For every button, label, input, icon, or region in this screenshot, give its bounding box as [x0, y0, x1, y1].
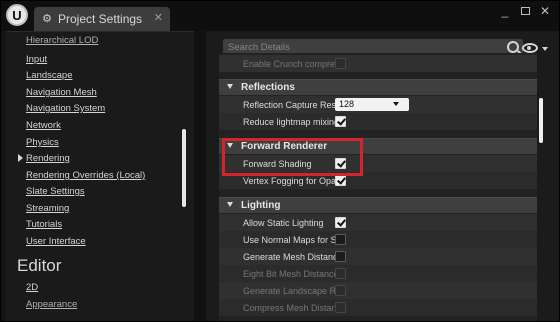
nav-item-input[interactable]: Input: [26, 53, 47, 67]
setting-row: Compress Mesh Distance: [219, 299, 537, 316]
left-scrollbar[interactable]: [182, 129, 186, 207]
gear-icon: ⚙: [42, 13, 52, 25]
category-lighting[interactable]: Lighting: [219, 197, 537, 213]
setting-checkbox[interactable]: [335, 285, 346, 296]
setting-checkbox[interactable]: [335, 116, 346, 127]
nav-item-navigation-system[interactable]: Navigation System: [26, 102, 105, 116]
setting-checkbox[interactable]: [335, 217, 346, 228]
setting-row: Reflection Capture Resolu 128: [219, 96, 537, 113]
setting-label: Vertex Fogging for Opaque: [243, 176, 335, 186]
setting-label: Reflection Capture Resolu: [243, 100, 335, 110]
setting-checkbox[interactable]: [335, 251, 346, 262]
chevron-down-icon: [227, 84, 233, 89]
tab-title: Project Settings: [58, 12, 143, 26]
setting-row: Use Normal Maps for Stat: [219, 231, 537, 248]
settings-navigation: Hierarchical LOD Input Landscape Navigat…: [6, 31, 194, 321]
nav-item-slate-settings[interactable]: Slate Settings: [26, 185, 85, 199]
search-icon[interactable]: [507, 41, 519, 53]
setting-label: Enable Crunch compressi: [243, 59, 335, 69]
setting-label: Use Normal Maps for Stat: [243, 235, 335, 245]
details-list: Enable Crunch compressi Reflections Refl…: [219, 53, 537, 321]
minimize-icon[interactable]: _: [498, 4, 512, 18]
panel-divider[interactable]: [194, 31, 206, 321]
setting-row: Generate Mesh Distance F: [219, 248, 537, 265]
right-scrollbar[interactable]: [539, 98, 543, 143]
nav-item-navigation-mesh[interactable]: Navigation Mesh: [26, 86, 97, 100]
nav-item-landscape[interactable]: Landscape: [26, 69, 72, 83]
tab-project-settings[interactable]: ⚙ Project Settings ✕: [34, 7, 170, 31]
setting-checkbox[interactable]: [335, 234, 346, 245]
nav-item-appearance[interactable]: Appearance: [26, 298, 77, 312]
chevron-down-icon[interactable]: [393, 102, 399, 106]
maximize-icon[interactable]: [518, 4, 532, 18]
eye-icon[interactable]: [522, 43, 538, 53]
nav-item-network[interactable]: Network: [26, 119, 61, 133]
nav-item-rendering[interactable]: Rendering: [26, 152, 70, 166]
setting-label: Eight Bit Mesh Distance F: [243, 269, 335, 279]
category-label: Reflections: [241, 82, 295, 93]
unreal-logo-icon: U: [6, 4, 28, 26]
selected-arrow-icon: [18, 154, 23, 162]
setting-checkbox[interactable]: [335, 175, 346, 186]
setting-label: Compress Mesh Distance: [243, 303, 335, 313]
setting-label: Reduce lightmap mixing o: [243, 117, 335, 127]
details-panel: Search Details Enable Crunch compressi R…: [206, 31, 559, 321]
tab-close-icon[interactable]: ✕: [154, 11, 163, 25]
chevron-down-icon: [227, 202, 233, 207]
nav-item-tutorials[interactable]: Tutorials: [26, 218, 62, 232]
project-settings-window: U ⚙ Project Settings ✕ _ ✕ Hierarchical …: [0, 0, 560, 322]
setting-checkbox[interactable]: [335, 268, 346, 279]
setting-checkbox[interactable]: [335, 302, 346, 313]
nav-item-user-interface[interactable]: User Interface: [26, 235, 86, 249]
nav-item-2d[interactable]: 2D: [26, 281, 38, 295]
nav-item-rendering-overrides[interactable]: Rendering Overrides (Local): [26, 169, 145, 183]
nav-item-streaming[interactable]: Streaming: [26, 202, 69, 216]
section-heading-editor: Editor: [17, 256, 62, 275]
setting-row: Eight Bit Mesh Distance F: [219, 265, 537, 282]
nav-item-physics[interactable]: Physics: [26, 136, 59, 150]
setting-label: Allow Static Lighting: [243, 218, 324, 228]
chevron-down-icon[interactable]: [542, 47, 548, 51]
nav-item-hierarchical-lod[interactable]: Hierarchical LOD: [26, 34, 98, 48]
setting-row: Reduce lightmap mixing o: [219, 113, 537, 130]
category-reflections[interactable]: Reflections: [219, 79, 537, 95]
title-bar: U ⚙ Project Settings ✕ _ ✕: [1, 1, 559, 31]
setting-row: Allow Static Lighting: [219, 214, 537, 231]
setting-row: Generate Landscape Real-: [219, 282, 537, 299]
setting-label: Generate Landscape Real-: [243, 286, 335, 296]
close-icon[interactable]: ✕: [538, 4, 552, 18]
category-label: Lighting: [241, 200, 281, 211]
setting-checkbox[interactable]: [335, 58, 346, 69]
setting-label: Generate Mesh Distance F: [243, 252, 335, 262]
setting-row: Enable Crunch compressi: [219, 55, 537, 72]
highlight-box: [222, 138, 363, 176]
